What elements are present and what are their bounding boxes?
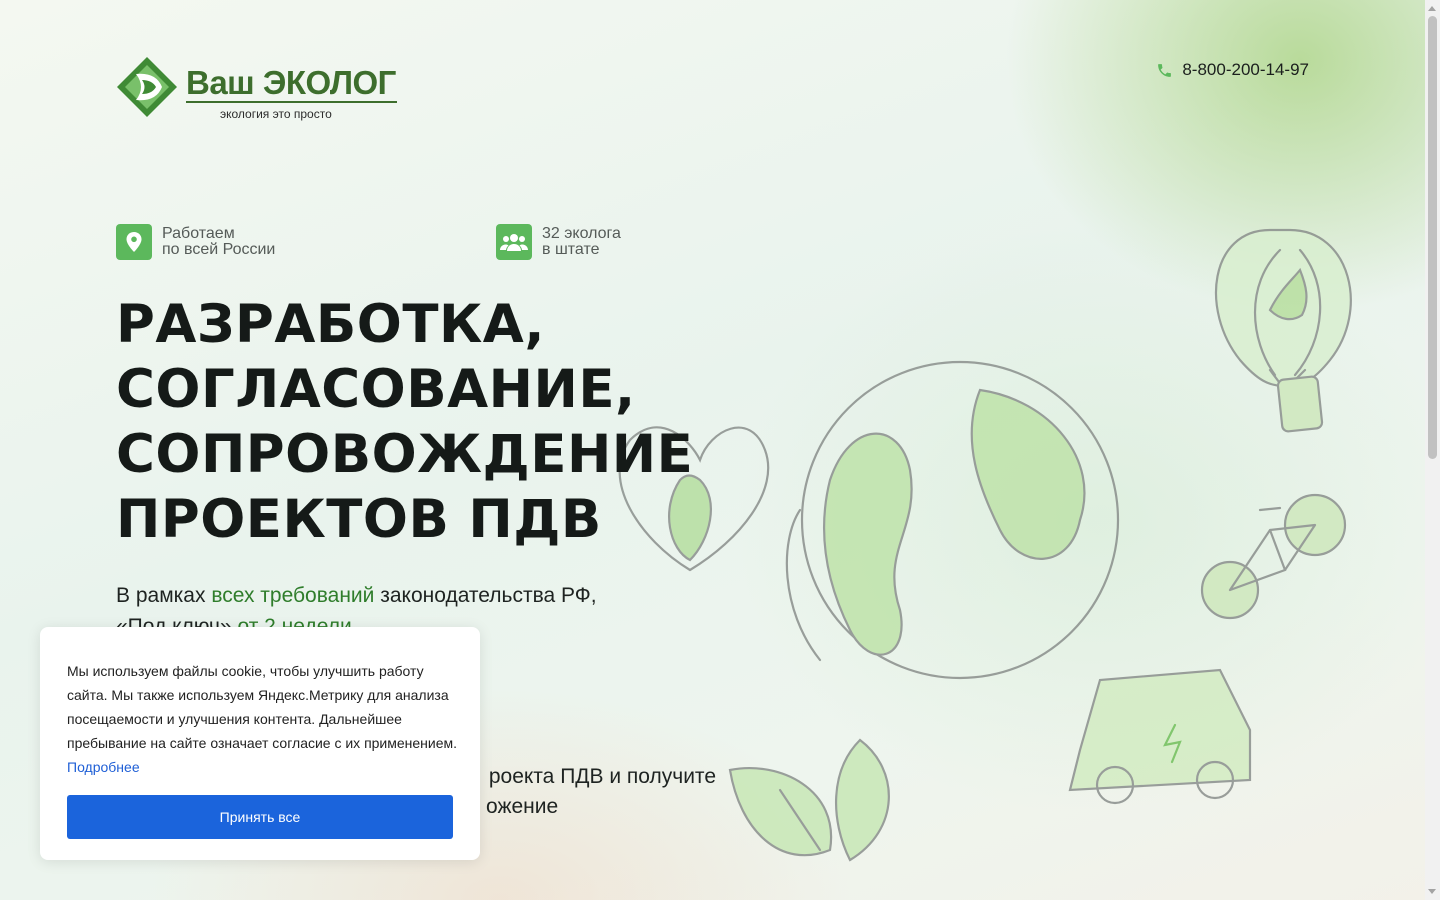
logo-title: Ваш ЭКОЛОГ [186, 64, 396, 101]
cookie-message: Мы используем файлы cookie, чтобы улучши… [67, 663, 458, 751]
subtext-suffix: законодательства РФ, [374, 584, 597, 607]
feature-ecologists-line1: 32 эколога [542, 225, 621, 242]
page-scrollbar[interactable] [1425, 0, 1440, 900]
accept-all-button[interactable]: Принять все [67, 795, 453, 839]
feature-russia: Работаем по всей России [116, 224, 275, 260]
cookie-more-link[interactable]: Подробнее [67, 759, 140, 775]
headline-line-1: РАЗРАБОТКА, [116, 294, 545, 355]
team-icon [496, 224, 532, 260]
headline-line-2: СОГЛАСОВАНИЕ, [116, 359, 636, 420]
headline-line-3: СОПРОВОЖДЕНИЕ [116, 424, 694, 485]
feature-ecologists-text: 32 эколога в штате [542, 226, 621, 258]
scroll-thumb[interactable] [1428, 16, 1437, 459]
phone-number[interactable]: 8-800-200-14-97 [1182, 60, 1309, 80]
feature-ecologists-line2: в штате [542, 241, 600, 258]
feature-russia-line1: Работаем [162, 225, 235, 242]
subtext-highlight: всех требований [211, 584, 375, 607]
cookie-consent-popup: Мы используем файлы cookie, чтобы улучши… [40, 627, 480, 860]
headline-line-4: ПРОЕКТОВ ПДВ [116, 489, 602, 550]
globe-sketch [785, 360, 1120, 680]
phone-icon [1158, 63, 1172, 77]
header-phone[interactable]: 8-800-200-14-97 [1156, 60, 1309, 80]
site-logo[interactable]: Ваш ЭКОЛОГ экология это просто [116, 56, 401, 122]
logo-underline [186, 101, 397, 103]
scroll-down-arrow-icon[interactable] [1428, 889, 1436, 894]
bicycle-sketch [1200, 493, 1347, 620]
subtext-prefix: В рамках [116, 584, 212, 607]
feature-russia-line2: по всей России [162, 241, 276, 258]
landing-page: Ваш ЭКОЛОГ экология это просто 8-800-200… [0, 0, 1425, 900]
hero-headline: РАЗРАБОТКА, СОГЛАСОВАНИЕ, СОПРОВОЖДЕНИЕ … [116, 292, 693, 552]
balloon-sketch [1214, 228, 1352, 433]
car-sketch [1068, 668, 1252, 805]
subtext-line-1: В рамках всех требований законодательств… [116, 580, 716, 611]
location-pin-icon [116, 224, 152, 260]
cookie-text-block: Мы используем файлы cookie, чтобы улучши… [67, 659, 459, 779]
feature-russia-text: Работаем по всей России [162, 226, 275, 258]
logo-tagline: экология это просто [220, 107, 332, 121]
feature-ecologists: 32 эколога в штате [496, 224, 621, 260]
scroll-up-arrow-icon[interactable] [1428, 6, 1436, 11]
logo-leaf-icon [117, 57, 177, 117]
leaves-sketch [728, 738, 890, 862]
